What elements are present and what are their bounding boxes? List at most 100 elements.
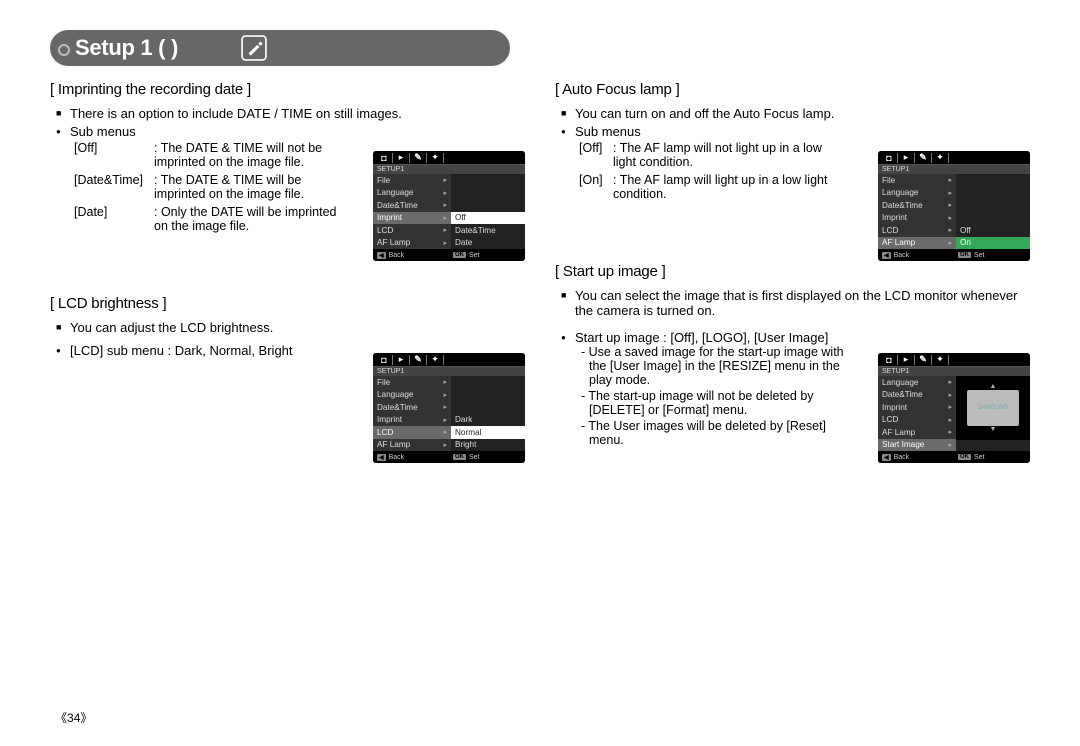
menu-item: Imprint▸ (878, 212, 956, 225)
up-arrow-icon: ▲ (990, 383, 997, 390)
menu-right: DarkNormalBright (451, 376, 525, 451)
setup1-icon: ✎ (916, 152, 930, 163)
lcd-menu-screenshot: ◘ ▸ ✎ ✦ SETUP1 File▸Language▸Date&Time▸I… (373, 353, 525, 463)
menu-left: Language▸Date&Time▸Imprint▸LCD▸AF Lamp▸S… (878, 376, 956, 451)
page-number: 34 (55, 709, 92, 726)
menu-item: File▸ (373, 376, 451, 389)
section-start: [ Start up image ] You can select the im… (555, 263, 1030, 447)
imprint-def-list: [Off]: The DATE & TIME will not be impri… (50, 141, 350, 235)
preview-image: SAMSUNG (967, 390, 1019, 426)
section-imprint: [ Imprinting the recording date ] There … (50, 81, 525, 235)
menu-section-label: SETUP1 (373, 165, 525, 174)
menu-option: Off (956, 224, 1030, 237)
ok-label: OK (453, 454, 466, 460)
back-label: Back (389, 252, 405, 259)
menu-left: File▸Language▸Date&Time▸Imprint▸LCD▸AF L… (878, 174, 956, 249)
menu-item: Imprint▸ (373, 212, 451, 225)
menu-section-label: SETUP1 (878, 367, 1030, 376)
menu-item: AF Lamp▸ (373, 439, 451, 452)
menu-right: OffDate&TimeDate (451, 174, 525, 249)
menu-item: Language▸ (878, 187, 956, 200)
menu-section-label: SETUP1 (878, 165, 1030, 174)
setup-brush-icon (241, 35, 267, 61)
set-label: Set (974, 252, 985, 259)
setup1-icon: ✎ (411, 354, 425, 365)
imprint-menu-screenshot: ◘ ▸ ✎ ✦ SETUP1 File▸Language▸Date&Time▸I… (373, 151, 525, 261)
menu-item: AF Lamp▸ (878, 426, 956, 439)
camera-icon: ◘ (882, 355, 896, 365)
menu-item: LCD▸ (373, 426, 451, 439)
menu-item: LCD▸ (878, 224, 956, 237)
intro-text: You can turn on and off the Auto Focus l… (575, 106, 1030, 121)
menu-item: Start Image▸ (878, 439, 956, 452)
section-title: [ Start up image ] (555, 263, 1030, 280)
setup2-icon: ✦ (933, 354, 947, 365)
menu-item: LCD▸ (878, 414, 956, 427)
intro-text: You can adjust the LCD brightness. (70, 320, 525, 335)
menu-option: Normal (451, 426, 525, 439)
page-title-text: Setup 1 ( ) (75, 35, 178, 61)
ok-label: OK (958, 252, 971, 258)
intro-text: There is an option to include DATE / TIM… (70, 106, 525, 121)
menu-section-label: SETUP1 (373, 367, 525, 376)
menu-item: Language▸ (373, 389, 451, 402)
section-title: [ Auto Focus lamp ] (555, 81, 1030, 98)
ok-label: OK (958, 454, 971, 460)
setup1-icon: ✎ (916, 354, 930, 365)
menu-item: Date&Time▸ (878, 199, 956, 212)
play-icon: ▸ (394, 152, 408, 163)
ok-label: OK (453, 252, 466, 258)
start-menu-screenshot: ◘ ▸ ✎ ✦ SETUP1 Language▸Date&Time▸Imprin… (878, 353, 1030, 463)
sub-menu-label: Sub menus (70, 124, 525, 139)
back-label: Back (894, 252, 910, 259)
camera-icon: ◘ (882, 153, 896, 163)
menu-tabs: ◘ ▸ ✎ ✦ (878, 151, 1030, 165)
menu-item: Imprint▸ (373, 414, 451, 427)
sub-menu-label: Sub menus (575, 124, 1030, 139)
setup1-icon: ✎ (411, 152, 425, 163)
setup2-icon: ✦ (428, 152, 442, 163)
page-title-pill: Setup 1 ( ) (50, 30, 510, 66)
play-icon: ▸ (899, 152, 913, 163)
menu-tabs: ◘ ▸ ✎ ✦ (373, 353, 525, 367)
menu-left: File▸Language▸Date&Time▸Imprint▸LCD▸AF L… (373, 376, 451, 451)
menu-item: LCD▸ (373, 224, 451, 237)
section-title: [ LCD brightness ] (50, 295, 525, 312)
set-label: Set (469, 252, 480, 259)
set-label: Set (469, 454, 480, 461)
intro-text: You can select the image that is first d… (575, 288, 1030, 318)
menu-option: Off (451, 212, 525, 225)
left-column: [ Imprinting the recording date ] There … (50, 81, 525, 477)
camera-icon: ◘ (377, 355, 391, 365)
down-arrow-icon: ▼ (990, 426, 997, 433)
section-af: [ Auto Focus lamp ] You can turn on and … (555, 81, 1030, 203)
menu-right-preview: ▲ SAMSUNG ▼ (956, 376, 1030, 451)
setup2-icon: ✦ (933, 152, 947, 163)
setup2-icon: ✦ (428, 354, 442, 365)
af-menu-screenshot: ◘ ▸ ✎ ✦ SETUP1 File▸Language▸Date&Time▸I… (878, 151, 1030, 261)
play-icon: ▸ (394, 354, 408, 365)
menu-option: Date (451, 237, 525, 250)
menu-left: File▸Language▸Date&Time▸Imprint▸LCD▸AF L… (373, 174, 451, 249)
menu-tabs: ◘ ▸ ✎ ✦ (373, 151, 525, 165)
menu-item: File▸ (878, 174, 956, 187)
menu-item: AF Lamp▸ (373, 237, 451, 250)
menu-item: File▸ (373, 174, 451, 187)
menu-item: Date&Time▸ (373, 401, 451, 414)
menu-item: AF Lamp▸ (878, 237, 956, 250)
back-label: Back (389, 454, 405, 461)
camera-icon: ◘ (377, 153, 391, 163)
menu-right: OffOn (956, 174, 1030, 249)
menu-option: On (956, 237, 1030, 250)
back-label: Back (894, 454, 910, 461)
menu-item: Language▸ (373, 187, 451, 200)
set-label: Set (974, 454, 985, 461)
right-column: [ Auto Focus lamp ] You can turn on and … (555, 81, 1030, 477)
play-icon: ▸ (899, 354, 913, 365)
menu-item: Imprint▸ (878, 401, 956, 414)
sub-menu-label: Start up image : [Off], [LOGO], [User Im… (575, 330, 1030, 345)
section-title: [ Imprinting the recording date ] (50, 81, 525, 98)
menu-option: Bright (451, 439, 525, 452)
menu-tabs: ◘ ▸ ✎ ✦ (878, 353, 1030, 367)
menu-item: Language▸ (878, 376, 956, 389)
